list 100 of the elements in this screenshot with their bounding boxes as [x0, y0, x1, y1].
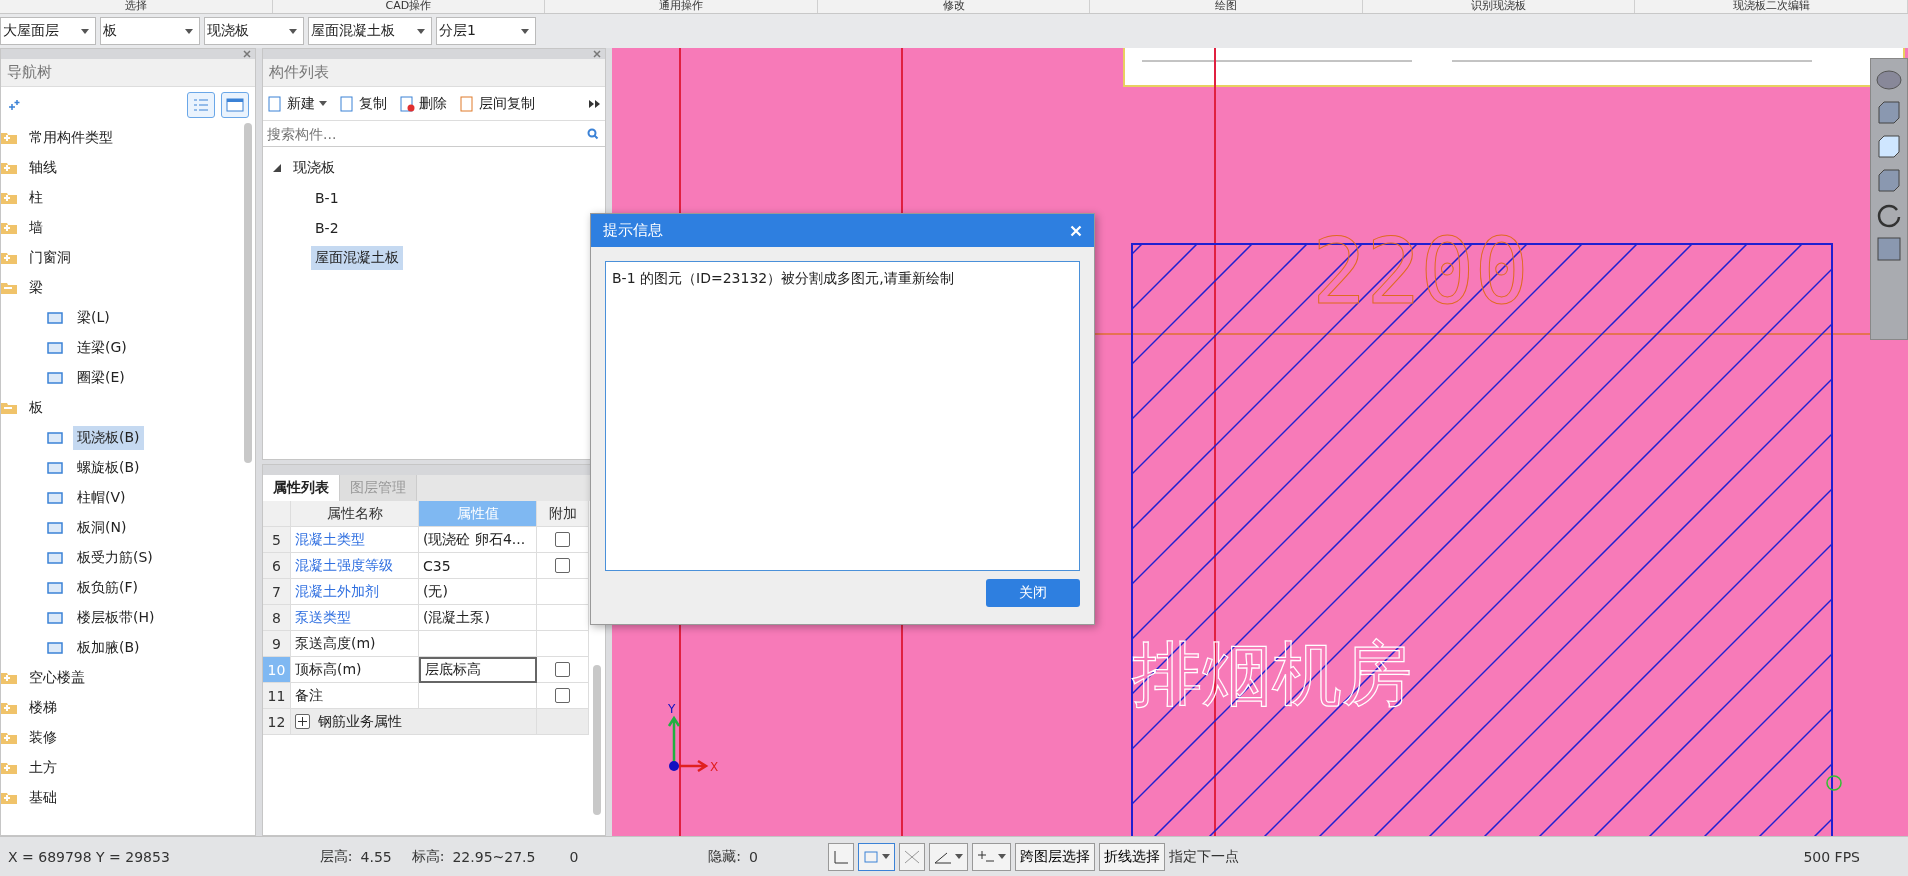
tree-item[interactable]: 板洞(N) — [73, 516, 131, 540]
ribbon-group-title[interactable]: 选择 — [0, 0, 273, 13]
tree-item[interactable]: 梁(L) — [73, 306, 114, 330]
tree-item[interactable]: 螺旋板(B) — [73, 456, 144, 480]
toolbar-button[interactable]: 删除 — [399, 94, 447, 113]
expand-icon[interactable] — [295, 714, 310, 729]
tree-item[interactable]: 门窗洞 — [25, 246, 75, 270]
component-icon — [45, 369, 65, 387]
tree-item[interactable]: 圈梁(E) — [73, 366, 129, 390]
more-icon[interactable] — [589, 99, 601, 108]
list-view-icon[interactable] — [187, 92, 215, 118]
cube-icon[interactable] — [1875, 99, 1903, 127]
row-number: 10 — [263, 657, 291, 683]
panel-title: 导航树 — [1, 59, 255, 87]
caret-icon[interactable] — [289, 28, 297, 34]
sparkle-icon[interactable] — [7, 99, 21, 111]
group-row[interactable]: 钢筋业务属性 — [291, 709, 537, 735]
tree-item[interactable]: 基础 — [25, 786, 61, 810]
property-value[interactable]: (无) — [419, 579, 537, 605]
ribbon-group-title[interactable]: 现浇板二次编辑 — [1635, 0, 1908, 13]
tree-item[interactable]: 板负筋(F) — [73, 576, 142, 600]
window-view-icon[interactable] — [221, 92, 249, 118]
caret-icon[interactable] — [955, 854, 963, 859]
tree-item[interactable]: 装修 — [25, 726, 61, 750]
checkbox[interactable] — [555, 532, 570, 547]
toolbar-button[interactable]: 复制 — [339, 94, 387, 113]
dropdown[interactable]: 大屋面层 — [0, 17, 96, 45]
tree-item[interactable]: B-2 — [311, 217, 343, 239]
tree-item[interactable]: 土方 — [25, 756, 61, 780]
tree-item[interactable]: 空心楼盖 — [25, 666, 89, 690]
tree-item[interactable]: 轴线 — [25, 156, 61, 180]
component-icon — [45, 309, 65, 327]
tree-item[interactable]: 连梁(G) — [73, 336, 131, 360]
tree-item[interactable]: 板受力筋(S) — [73, 546, 157, 570]
row-number: 6 — [263, 553, 291, 579]
cube-icon[interactable] — [1875, 133, 1903, 161]
property-value[interactable]: (混凝土泵) — [419, 605, 537, 631]
caret-icon[interactable] — [81, 28, 89, 34]
tab[interactable]: 属性列表 — [263, 475, 340, 501]
tree-item[interactable]: 板加腋(B) — [73, 636, 144, 660]
tree-item[interactable]: 现浇板(B) — [73, 426, 144, 450]
caret-icon[interactable] — [417, 28, 425, 34]
tree-item[interactable]: B-1 — [311, 187, 343, 209]
property-value[interactable]: (现浇砼 卵石4... — [419, 527, 537, 553]
property-value[interactable]: C35 — [419, 553, 537, 579]
select-mode-button[interactable]: 跨图层选择 — [1015, 842, 1095, 871]
ribbon-group-title[interactable]: CAD操作 — [272, 0, 546, 13]
offset-button[interactable] — [972, 842, 1011, 871]
component-icon — [45, 429, 65, 447]
tree-item[interactable]: 现浇板 — [289, 156, 339, 180]
checkbox[interactable] — [555, 558, 570, 573]
ribbon-group-title[interactable]: 绘图 — [1090, 0, 1363, 13]
caret-icon[interactable] — [998, 854, 1006, 859]
caret-icon[interactable] — [882, 854, 890, 859]
close-icon[interactable] — [243, 50, 251, 58]
property-name: 混凝土类型 — [291, 527, 419, 553]
ribbon-group-title[interactable]: 修改 — [817, 0, 1091, 13]
panel-title: 构件列表 — [263, 59, 605, 87]
caret-icon[interactable] — [319, 101, 327, 106]
ribbon-group-title[interactable]: 识别现浇板 — [1362, 0, 1636, 13]
column-header: 属性值 — [419, 501, 537, 527]
search-icon[interactable] — [587, 127, 599, 140]
tree-item[interactable]: 板 — [25, 396, 47, 420]
checkbox[interactable] — [555, 688, 570, 703]
scrollbar[interactable] — [244, 123, 252, 463]
tree-item[interactable]: 楼梯 — [25, 696, 61, 720]
tree-item[interactable]: 墙 — [25, 216, 47, 240]
collapse-icon[interactable] — [273, 164, 281, 172]
property-value[interactable]: 层底标高 — [419, 657, 537, 683]
dropdown[interactable]: 现浇板 — [204, 17, 304, 45]
snap-marker — [1826, 775, 1842, 791]
dropdown[interactable]: 分层1 — [436, 17, 536, 45]
tree-item[interactable]: 柱帽(V) — [73, 486, 130, 510]
dropdown[interactable]: 板 — [100, 17, 200, 45]
component-icon — [45, 639, 65, 657]
dropdown[interactable]: 屋面混凝土板 — [308, 17, 432, 45]
coordinates-text: X = 689798 Y = 29853 — [8, 848, 170, 865]
tree-item[interactable]: 屋面混凝土板 — [311, 246, 403, 270]
status-value: 0 — [569, 848, 579, 865]
caret-icon[interactable] — [185, 28, 193, 34]
cross-button[interactable] — [899, 842, 925, 871]
caret-icon[interactable] — [521, 28, 529, 34]
select-mode-button[interactable]: 折线选择 — [1099, 842, 1165, 871]
tree-item[interactable]: 常用构件类型 — [25, 126, 117, 150]
tree-item[interactable]: 柱 — [25, 186, 47, 210]
toolbar-button[interactable]: 新建 — [267, 94, 327, 113]
tree-item[interactable]: 楼层板带(H) — [73, 606, 159, 630]
scrollbar[interactable] — [593, 665, 601, 815]
toolbar-button[interactable]: 层间复制 — [459, 94, 535, 113]
close-button[interactable]: 关闭 — [986, 579, 1080, 607]
cube-icon[interactable] — [1875, 167, 1903, 195]
search-field[interactable]: 搜索构件... — [265, 124, 587, 143]
checkbox[interactable] — [555, 662, 570, 677]
angle-button[interactable] — [929, 842, 968, 871]
snap-button[interactable] — [858, 842, 895, 871]
ribbon-group-title[interactable]: 通用操作 — [545, 0, 818, 13]
close-icon[interactable] — [593, 50, 601, 58]
ortho-button[interactable] — [828, 842, 854, 871]
tree-item[interactable]: 梁 — [25, 276, 47, 300]
component-icon — [45, 549, 65, 567]
